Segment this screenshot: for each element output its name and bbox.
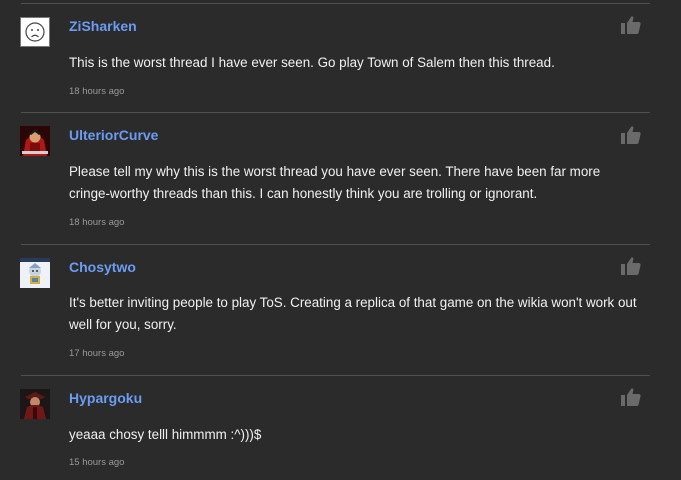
- avatar[interactable]: [20, 17, 50, 47]
- thumbs-up-icon: [621, 388, 641, 406]
- comment-item: Hypargoku yeaaa chosy telll himmmm :^)))…: [0, 375, 681, 480]
- like-button[interactable]: [620, 387, 642, 407]
- sprite-character-avatar-icon: [20, 258, 50, 288]
- dark-character-avatar-icon: [20, 389, 50, 419]
- avatar[interactable]: [20, 126, 50, 156]
- like-button[interactable]: [620, 125, 642, 145]
- thumbs-up-icon: [621, 126, 641, 144]
- sad-face-avatar-icon: [25, 22, 45, 42]
- avatar[interactable]: [20, 258, 50, 288]
- comment-timestamp: 18 hours ago: [69, 86, 125, 97]
- comment-item: UlteriorCurve Please tell my why this is…: [0, 112, 681, 244]
- comment-username[interactable]: Chosytwo: [69, 259, 136, 275]
- like-button[interactable]: [620, 15, 642, 35]
- comment-thread: ZiSharken This is the worst thread I hav…: [0, 0, 681, 480]
- comment-timestamp: 17 hours ago: [69, 348, 125, 359]
- comment-timestamp: 18 hours ago: [69, 217, 125, 228]
- thumbs-up-icon: [621, 16, 641, 34]
- comment-item: ZiSharken This is the worst thread I hav…: [0, 0, 681, 110]
- like-button[interactable]: [620, 256, 642, 276]
- thumbs-up-icon: [621, 257, 641, 275]
- comment-username[interactable]: Hypargoku: [69, 390, 142, 406]
- avatar[interactable]: [20, 389, 50, 419]
- comment-text: This is the worst thread I have ever see…: [69, 55, 555, 70]
- comment-timestamp: 15 hours ago: [69, 457, 125, 468]
- comment-text: Please tell my why this is the worst thr…: [69, 164, 601, 201]
- red-character-avatar-icon: [20, 126, 50, 156]
- comment-username[interactable]: UlteriorCurve: [69, 127, 158, 143]
- comment-username[interactable]: ZiSharken: [69, 18, 137, 34]
- comment-text: It's better inviting people to play ToS.…: [69, 295, 637, 332]
- comment-text: yeaaa chosy telll himmmm :^)))$: [69, 427, 262, 442]
- comment-item: Chosytwo It's better inviting people to …: [0, 244, 681, 375]
